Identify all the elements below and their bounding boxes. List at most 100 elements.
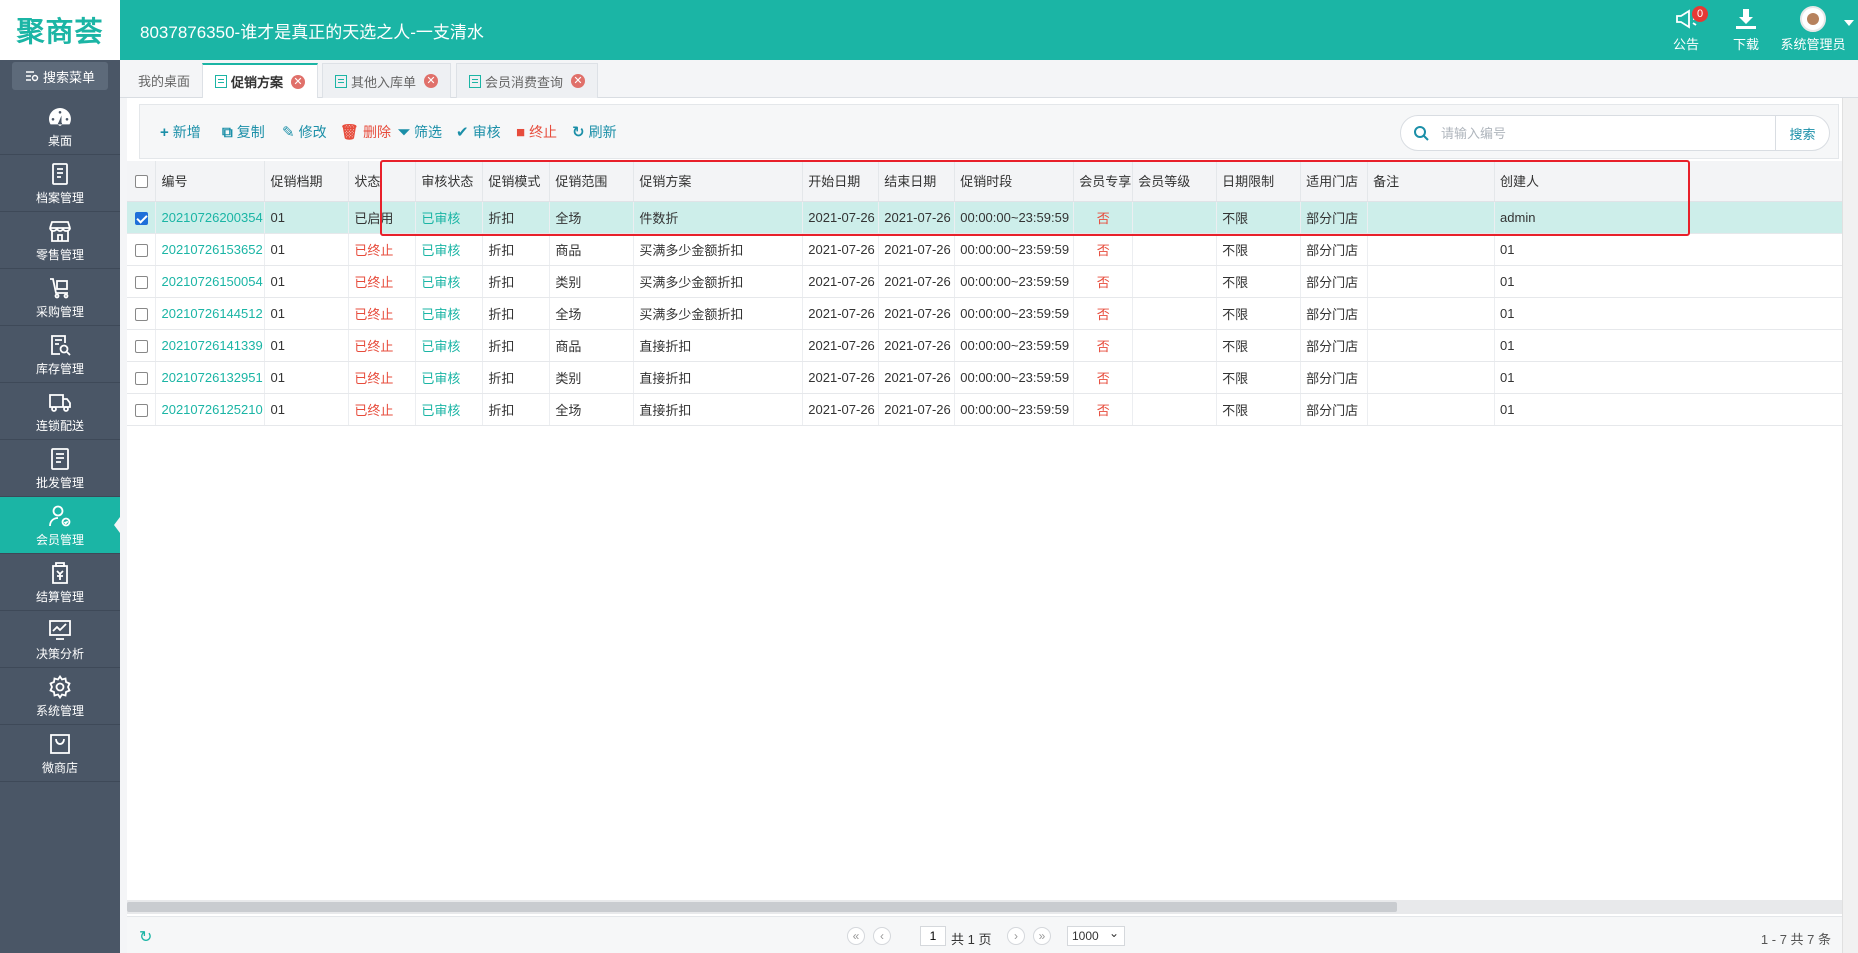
tab-my-desktop[interactable]: 我的桌面 xyxy=(126,63,202,98)
page-size-select[interactable]: 1000 xyxy=(1067,924,1125,946)
column-header[interactable]: 会员等级 xyxy=(1132,161,1218,202)
table-cell[interactable]: 20210726150054 xyxy=(155,265,266,298)
table-cell[interactable]: 20210726144512 xyxy=(155,297,266,330)
row-select-cell xyxy=(127,329,157,362)
table-row[interactable]: 20210726132951 01 已终止 已审核 折扣 类别 直接折扣 2021-07-26… xyxy=(127,361,1849,394)
column-header[interactable]: 状态 xyxy=(348,161,417,202)
table-cell: 部分门店 xyxy=(1300,265,1369,298)
table-cell: 01 xyxy=(1494,265,1849,298)
table-cell: 直接折扣 xyxy=(633,393,804,426)
table-row[interactable]: 20210726141339 01 已终止 已审核 折扣 商品 直接折扣 2021-07-26… xyxy=(127,329,1849,362)
search-button[interactable]: 搜索 xyxy=(1775,116,1829,150)
table-cell: 否 xyxy=(1073,393,1134,426)
user-menu[interactable]: 系统管理员 xyxy=(1776,4,1854,56)
vertical-scrollbar[interactable] xyxy=(1842,98,1858,953)
table-row[interactable]: 20210726153652 01 已终止 已审核 折扣 商品 买满多少金额折扣 2021-0… xyxy=(127,233,1849,266)
table-cell: 01 xyxy=(1494,297,1849,330)
next-page-button[interactable]: › xyxy=(1007,927,1025,945)
refresh-icon[interactable]: ↻ xyxy=(139,927,152,947)
row-checkbox[interactable] xyxy=(134,339,148,353)
column-header[interactable]: 适用门店 xyxy=(1300,161,1369,202)
column-header[interactable]: 编号 xyxy=(155,161,266,202)
column-header[interactable]: 审核状态 xyxy=(415,161,484,202)
row-checkbox[interactable] xyxy=(134,403,148,417)
download-button[interactable]: 下载 xyxy=(1716,4,1776,56)
sidebar-item-label: 会员管理 xyxy=(35,532,84,547)
table-cell[interactable]: 20210726132951 xyxy=(155,361,266,394)
table-cell: 01 xyxy=(264,361,350,394)
column-header[interactable]: 促销模式 xyxy=(482,161,551,202)
close-icon[interactable]: ✕ xyxy=(571,74,586,88)
column-header[interactable]: 结束日期 xyxy=(878,161,956,202)
sidebar-item-micro-shop[interactable]: 微商店 xyxy=(0,725,120,782)
sidebar-item-system[interactable]: 系统管理 xyxy=(0,668,120,725)
column-header[interactable]: 促销方案 xyxy=(633,161,804,202)
row-checkbox[interactable] xyxy=(134,307,148,321)
sidebar-item-member[interactable]: 会员管理 xyxy=(0,497,120,554)
row-checkbox[interactable] xyxy=(134,275,148,289)
page-number-input[interactable] xyxy=(920,926,946,946)
copy-icon: ⧉ xyxy=(222,123,233,141)
column-header[interactable]: 促销档期 xyxy=(264,161,350,202)
scrollbar-thumb[interactable] xyxy=(127,902,1397,912)
column-header[interactable]: 备注 xyxy=(1367,161,1496,202)
sidebar-item-retail[interactable]: 零售管理 xyxy=(0,212,120,269)
row-checkbox[interactable] xyxy=(134,243,148,257)
close-icon[interactable]: ✕ xyxy=(291,74,306,89)
column-header[interactable]: 促销时段 xyxy=(954,161,1075,202)
header-actions: 0 公告 下载 系统管理员 xyxy=(1656,4,1854,56)
announcement-button[interactable]: 0 公告 xyxy=(1656,4,1716,56)
table-cell xyxy=(1367,265,1496,298)
sidebar-item-settlement[interactable]: 结算管理 xyxy=(0,554,120,611)
sidebar-item-purchase[interactable]: 采购管理 xyxy=(0,269,120,326)
refresh-button[interactable]: ↻ 刷新 xyxy=(572,122,617,142)
table-cell[interactable]: 20210726153652 xyxy=(155,233,266,266)
sidebar-item-desktop[interactable]: 桌面 xyxy=(0,98,120,155)
tab-promotion-plan[interactable]: 促销方案 ✕ xyxy=(202,63,319,98)
table-row[interactable]: 20210726125210 01 已终止 已审核 折扣 全场 直接折扣 2021-07-26… xyxy=(127,393,1849,426)
column-header[interactable]: 促销范围 xyxy=(549,161,635,202)
tab-member-consumption[interactable]: 会员消费查询 ✕ xyxy=(456,63,599,98)
copy-button[interactable]: ⧉ 复制 xyxy=(222,122,265,142)
trash-icon: 🗑 xyxy=(340,124,360,141)
prev-page-button[interactable]: ‹ xyxy=(873,927,891,945)
horizontal-scrollbar[interactable] xyxy=(127,900,1849,914)
table-cell: 2021-07-26 xyxy=(878,297,956,330)
delete-button[interactable]: 🗑 删除 xyxy=(340,122,391,142)
select-all-checkbox[interactable] xyxy=(134,175,148,189)
sidebar-item-archive[interactable]: 档案管理 xyxy=(0,155,120,212)
audit-button[interactable]: ✔ 审核 xyxy=(456,122,501,142)
last-page-button[interactable]: » xyxy=(1033,927,1051,945)
table-row[interactable]: 20210726200354 01 已启用 已审核 折扣 全场 件数折 2021-07-26 2… xyxy=(127,201,1849,234)
search-menu-button[interactable]: 搜索菜单 xyxy=(12,62,108,90)
first-page-button[interactable]: « xyxy=(847,927,865,945)
copy-label: 复制 xyxy=(236,124,265,140)
tab-other-stock-in[interactable]: 其他入库单 ✕ xyxy=(322,63,452,98)
app-logo[interactable]: 聚商荟 xyxy=(0,0,120,60)
table-cell[interactable]: 20210726141339 xyxy=(155,329,266,362)
edit-button[interactable]: ✎ 修改 xyxy=(282,122,327,142)
download-icon xyxy=(1736,9,1756,29)
column-header[interactable]: 日期限制 xyxy=(1216,161,1302,202)
stop-button[interactable]: ■ 终止 xyxy=(516,122,557,142)
row-checkbox[interactable] xyxy=(134,371,148,385)
sidebar-item-distribution[interactable]: 连锁配送 xyxy=(0,383,120,440)
add-button[interactable]: + 新增 xyxy=(160,122,201,142)
sidebar-item-inventory[interactable]: 库存管理 xyxy=(0,326,120,383)
column-header[interactable]: 创建人 xyxy=(1494,161,1849,202)
audit-label: 审核 xyxy=(472,124,501,140)
table-row[interactable]: 20210726150054 01 已终止 已审核 折扣 类别 买满多少金额折扣 2021-0… xyxy=(127,265,1849,298)
table-cell: 否 xyxy=(1073,201,1134,234)
row-checkbox[interactable] xyxy=(134,211,148,225)
table-cell: 全场 xyxy=(549,393,635,426)
search-input[interactable] xyxy=(1441,118,1775,148)
column-header[interactable]: 开始日期 xyxy=(802,161,880,202)
filter-button[interactable]: ⏷ 筛选 xyxy=(398,122,442,142)
table-row[interactable]: 20210726144512 01 已终止 已审核 折扣 全场 买满多少金额折扣 2021-0… xyxy=(127,297,1849,330)
table-cell[interactable]: 20210726200354 xyxy=(155,201,266,234)
sidebar-item-analysis[interactable]: 决策分析 xyxy=(0,611,120,668)
table-cell[interactable]: 20210726125210 xyxy=(155,393,266,426)
close-icon[interactable]: ✕ xyxy=(424,74,439,88)
column-header[interactable]: 会员专享 xyxy=(1073,161,1134,202)
sidebar-item-wholesale[interactable]: 批发管理 xyxy=(0,440,120,497)
